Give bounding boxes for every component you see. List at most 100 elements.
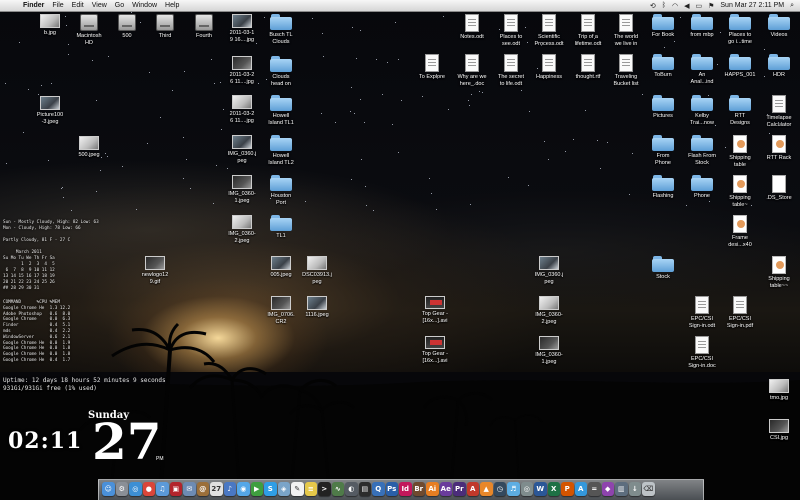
desktop-item-label[interactable]: EPC/CSI Sign-in.doc [688,356,716,369]
desktop-item-label[interactable]: Pictures [653,113,673,120]
desktop-item-label[interactable]: from mbp [690,32,713,39]
folder-icon[interactable] [729,54,751,70]
folder-icon[interactable] [270,14,292,30]
folder-icon[interactable] [270,175,292,191]
document-icon[interactable] [542,14,556,32]
desktop-item-pages[interactable]: Frame desi...x40 [718,215,762,248]
desktop-item-label[interactable]: For Book [652,32,674,39]
desktop-item-label[interactable]: Shipping table~ [729,195,750,208]
desktop-item-label[interactable]: thought.rtf [576,74,601,81]
image-file-icon[interactable] [232,135,252,149]
desktop-item-img[interactable]: 2011-03-2 6 11....jpg [220,56,264,85]
textedit-icon[interactable]: ✎ [291,482,304,496]
desktop-item-img[interactable]: b.jpg [28,14,72,37]
folder-icon[interactable] [270,215,292,231]
desktop-item-label[interactable]: 005.jpeg [270,272,291,279]
flag-icon[interactable]: ⚑ [708,2,714,10]
desktop-item-label[interactable]: RTT Rack [767,155,792,162]
desktop-item-folder[interactable]: HDR [757,54,800,79]
preview-icon[interactable]: ◈ [277,482,290,496]
desktop-item-img[interactable]: IMG_0360- 2.jpeg [527,296,571,325]
bridge-icon[interactable]: Br [412,482,425,496]
image-file-icon[interactable] [769,379,789,393]
desktop-item-img[interactable]: 2011-03-2 6 11....jpg [220,95,264,124]
image-file-icon[interactable] [79,136,99,150]
desktop-item-label[interactable]: IMG_0360.j peg [535,272,563,285]
desktop-item-label[interactable]: The world we live in [614,34,638,47]
image-file-icon[interactable] [232,215,252,229]
desktop-item-img[interactable]: IMG_0360.j peg [527,256,571,285]
desktop-item-label[interactable]: Traveling Bucket list [613,74,638,87]
battery-icon[interactable]: ▭ [695,2,702,10]
document-icon[interactable] [542,54,556,72]
video-file-icon[interactable] [425,296,445,309]
desktop-item-label[interactable]: Videos [771,32,788,39]
desktop-item-label[interactable]: tmo.jpg [770,395,788,402]
activity-monitor-icon[interactable]: ∿ [331,482,344,496]
desktop-item-folder[interactable]: Stock [641,256,685,281]
desktop-item-label[interactable]: Frame desi...x40 [728,235,752,248]
desktop-item-folder[interactable]: Houston Port [259,175,303,206]
menubar-clock[interactable]: Sun Mar 27 2:11 PM [720,2,784,9]
menu-file[interactable]: File [52,2,63,9]
blank-file-icon[interactable] [772,175,786,193]
desktop-item-label[interactable]: Macintosh HD [76,33,101,46]
desktop-item-folder[interactable]: From Phone [641,135,685,166]
menu-go[interactable]: Go [115,2,124,9]
desktop-item-label[interactable]: IMG_0360- 2.jpeg [535,312,563,325]
folder-icon[interactable] [652,14,674,30]
folder-icon[interactable] [270,95,292,111]
desktop-item-label[interactable]: Shipping table [729,155,750,168]
image-file-icon[interactable] [40,14,60,28]
image-file-icon[interactable] [145,256,165,270]
desktop-item-label[interactable]: EPC/CSI Sign-in.pdf [727,316,753,329]
documents-stack-icon[interactable]: ▥ [615,482,628,496]
desktop-item-label[interactable]: b.jpg [44,30,56,37]
document-icon[interactable] [425,54,439,72]
desktop-item-label[interactable]: Happiness [536,74,562,81]
bluetooth-icon[interactable]: ᛒ [662,2,666,9]
desktop-item-img[interactable]: newlogo12 9.gif [133,256,177,285]
finder-icon[interactable]: ☺ [102,482,115,496]
desktop-item-img[interactable]: 2011-03-1 9 16....jpg [220,14,264,43]
desktop-item-pages[interactable]: RTT Rack [757,135,800,162]
desktop-item-img[interactable]: 500.jpeg [67,136,111,159]
desktop-item-label[interactable]: Stock [656,274,670,281]
image-file-icon[interactable] [271,296,291,310]
desktop-item-label[interactable]: Clouds head on [271,74,291,87]
pages-document-icon[interactable] [772,256,786,274]
desktop-item-doc[interactable]: Scientific Process.odt [527,14,571,47]
wifi-icon[interactable]: ◠ [672,2,678,10]
pages-document-icon[interactable] [733,135,747,153]
folder-icon[interactable] [691,14,713,30]
desktop-item-folder[interactable]: ToBurn [641,54,685,79]
photo-booth-icon[interactable]: ▣ [169,482,182,496]
pages-document-icon[interactable] [733,175,747,193]
folder-icon[interactable] [270,135,292,151]
desktop-item-pages[interactable]: Shipping table~ [718,175,762,208]
folder-icon[interactable] [729,14,751,30]
desktop-item-label[interactable]: Trip of a lifetime.odt [575,34,602,47]
document-icon[interactable] [465,14,479,32]
desktop-item-label[interactable]: IMG_0360- 1.jpeg [228,191,256,204]
skype-icon[interactable]: S [264,482,277,496]
image-file-icon[interactable] [539,256,559,270]
desktop-item-label[interactable]: Howell Island TL2 [268,153,294,166]
image-file-icon[interactable] [539,296,559,310]
document-icon[interactable] [465,54,479,72]
desktop-item-doc[interactable]: Timelapse Calculator [757,95,800,128]
hard-drive-icon[interactable] [80,14,98,31]
desktop-item-label[interactable]: Places to go i...time [728,32,752,45]
acrobat-icon[interactable]: A [466,482,479,496]
desktop-item-video[interactable]: Top Gear - [16x...].avi [413,336,457,364]
indesign-icon[interactable]: Id [399,482,412,496]
menu-help[interactable]: Help [165,2,179,9]
image-file-icon[interactable] [271,256,291,270]
desktop-item-video[interactable]: Top Gear - [16x...].avi [413,296,457,324]
mail-icon[interactable]: ✉ [183,482,196,496]
desktop-item-label[interactable]: Flash From Stock [688,153,716,166]
messages-icon[interactable]: ◉ [237,482,250,496]
menu-view[interactable]: View [92,2,107,9]
desktop-item-doc[interactable]: EPC/CSI Sign-in.doc [680,336,724,369]
ical-icon[interactable]: 27 [210,482,223,496]
